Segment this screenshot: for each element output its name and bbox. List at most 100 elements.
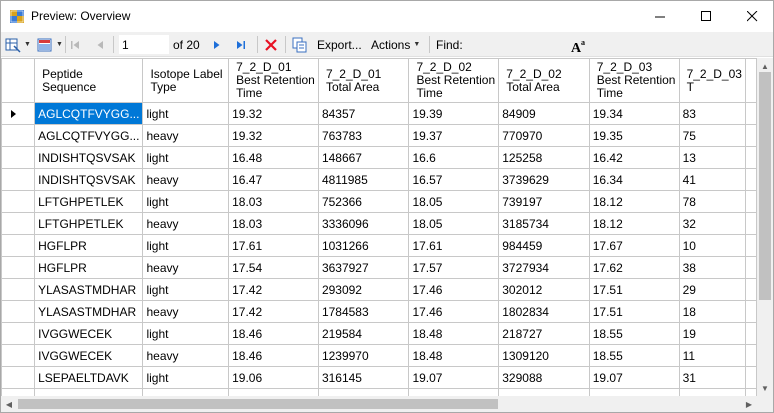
table-cell[interactable]: 3739629: [498, 168, 590, 191]
scroll-down-icon[interactable]: ▼: [757, 380, 773, 396]
column-header[interactable]: Isotope Label Type: [142, 58, 230, 103]
table-cell[interactable]: LFTGHPETLEK: [34, 212, 144, 235]
horizontal-scroll-thumb[interactable]: [18, 399, 498, 409]
table-cell[interactable]: 18.48: [408, 344, 500, 367]
row-header[interactable]: [1, 322, 36, 345]
table-cell[interactable]: 17.46: [408, 300, 500, 323]
table-cell[interactable]: IVGGWECEK: [34, 322, 144, 345]
table-cell[interactable]: heavy: [142, 300, 230, 323]
table-cell[interactable]: 19.06: [228, 366, 319, 389]
table-cell[interactable]: 18.55: [588, 322, 680, 345]
scroll-right-icon[interactable]: ▶: [741, 396, 757, 412]
table-cell[interactable]: 19.35: [588, 124, 680, 147]
table-cell[interactable]: heavy: [142, 344, 230, 367]
minimize-button[interactable]: [637, 1, 683, 32]
table-cell[interactable]: light: [142, 102, 230, 125]
table-cell[interactable]: AGLCQTFVYGG...: [34, 124, 144, 147]
find-input[interactable]: [467, 35, 557, 54]
table-cell[interactable]: 17.61: [408, 234, 500, 257]
table-cell[interactable]: IVGGWECEK: [34, 344, 144, 367]
table-cell[interactable]: 148667: [317, 146, 410, 169]
table-cell[interactable]: light: [142, 146, 230, 169]
column-header[interactable]: 7_2_D_02 Best Retention Time: [408, 58, 500, 103]
table-cell[interactable]: 1784583: [317, 300, 410, 323]
row-header[interactable]: [1, 278, 36, 301]
table-cell[interactable]: 302012: [498, 278, 590, 301]
table-cell[interactable]: 218727: [498, 322, 590, 345]
table-cell[interactable]: 19.39: [408, 102, 500, 125]
table-cell[interactable]: 1031266: [317, 234, 410, 257]
table-cell[interactable]: 316145: [317, 366, 410, 389]
table-cell[interactable]: 4811985: [317, 168, 410, 191]
table-cell[interactable]: AGLCQTFVYGG...: [34, 102, 144, 125]
layout-dropdown-button[interactable]: ▼: [37, 32, 63, 57]
table-cell[interactable]: 293092: [317, 278, 410, 301]
table-cell[interactable]: 18.46: [228, 322, 319, 345]
scroll-left-icon[interactable]: ◀: [1, 396, 17, 412]
table-row[interactable]: INDISHTQSVSAK light 16.48 148667 16.6 125258 1…: [1, 146, 757, 169]
table-cell[interactable]: 18.12: [588, 212, 680, 235]
page-number-input[interactable]: [119, 35, 169, 54]
table-cell[interactable]: [588, 388, 680, 396]
table-row[interactable]: AGLCQTFVYGG... heavy 19.32 763783 19.37 77097…: [1, 124, 757, 147]
table-cell[interactable]: 18.46: [228, 344, 319, 367]
table-cell[interactable]: LFTGHPETLEK: [34, 190, 144, 213]
row-header[interactable]: [1, 388, 36, 396]
table-cell[interactable]: 11: [678, 344, 747, 367]
table-row[interactable]: [1, 388, 757, 396]
table-cell[interactable]: 31: [678, 366, 747, 389]
table-cell[interactable]: 125258: [498, 146, 590, 169]
row-header[interactable]: [1, 190, 36, 213]
table-cell[interactable]: heavy: [142, 124, 230, 147]
row-header[interactable]: [1, 300, 36, 323]
table-cell[interactable]: 18.03: [228, 190, 319, 213]
row-header[interactable]: [1, 146, 36, 169]
table-cell[interactable]: 19.07: [408, 366, 500, 389]
column-header[interactable]: 7_2_D_02 Total Area: [498, 58, 590, 103]
table-cell[interactable]: 10: [678, 234, 747, 257]
font-size-button[interactable]: A a: [570, 32, 588, 57]
table-cell[interactable]: 752366: [317, 190, 410, 213]
table-cell[interactable]: LSEPAELTDAVK: [34, 366, 144, 389]
table-cell[interactable]: 18.55: [588, 344, 680, 367]
table-cell[interactable]: [678, 388, 747, 396]
row-header[interactable]: [1, 366, 36, 389]
table-cell[interactable]: 16.48: [228, 146, 319, 169]
table-row[interactable]: IVGGWECEK light 18.46 219584 18.48 218727 18.5…: [1, 322, 757, 345]
table-cell[interactable]: YLASASTMDHAR: [34, 300, 144, 323]
table-cell[interactable]: 16.57: [408, 168, 500, 191]
data-grid[interactable]: Peptide Sequence Isotope Label Type 7_2_D_…: [1, 58, 757, 396]
table-cell[interactable]: HGFLPR: [34, 256, 144, 279]
table-cell[interactable]: 3185734: [498, 212, 590, 235]
table-cell[interactable]: 29: [678, 278, 747, 301]
table-cell[interactable]: 18.12: [588, 190, 680, 213]
table-cell[interactable]: INDISHTQSVSAK: [34, 146, 144, 169]
table-row[interactable]: INDISHTQSVSAK heavy 16.47 4811985 16.57 37396…: [1, 168, 757, 191]
vertical-scrollbar[interactable]: ▲ ▼: [757, 58, 773, 396]
copy-button[interactable]: [292, 32, 308, 57]
table-cell[interactable]: 19.34: [588, 102, 680, 125]
table-cell[interactable]: [142, 388, 230, 396]
column-header[interactable]: 7_2_D_01 Total Area: [317, 58, 410, 103]
previous-page-button[interactable]: [94, 32, 106, 57]
table-cell[interactable]: 3637927: [317, 256, 410, 279]
column-header[interactable]: Peptide Sequence: [34, 58, 144, 103]
table-cell[interactable]: 18.05: [408, 190, 500, 213]
table-cell[interactable]: 763783: [317, 124, 410, 147]
table-cell[interactable]: YLASASTMDHAR: [34, 278, 144, 301]
table-cell[interactable]: 17.62: [588, 256, 680, 279]
export-button[interactable]: Export...: [317, 32, 362, 57]
column-header[interactable]: 7_2_D_03 T: [678, 58, 747, 103]
table-cell[interactable]: light: [142, 190, 230, 213]
corner-header[interactable]: [1, 58, 36, 103]
table-row[interactable]: LFTGHPETLEK heavy 18.03 3336096 18.05 3185734…: [1, 212, 757, 235]
table-cell[interactable]: 219584: [317, 322, 410, 345]
table-cell[interactable]: heavy: [142, 168, 230, 191]
row-header[interactable]: [1, 168, 36, 191]
row-header[interactable]: [1, 124, 36, 147]
table-cell[interactable]: 1309120: [498, 344, 590, 367]
table-cell[interactable]: 78: [678, 190, 747, 213]
next-page-button[interactable]: [211, 32, 223, 57]
table-cell[interactable]: 17.54: [228, 256, 319, 279]
row-header[interactable]: [1, 344, 36, 367]
